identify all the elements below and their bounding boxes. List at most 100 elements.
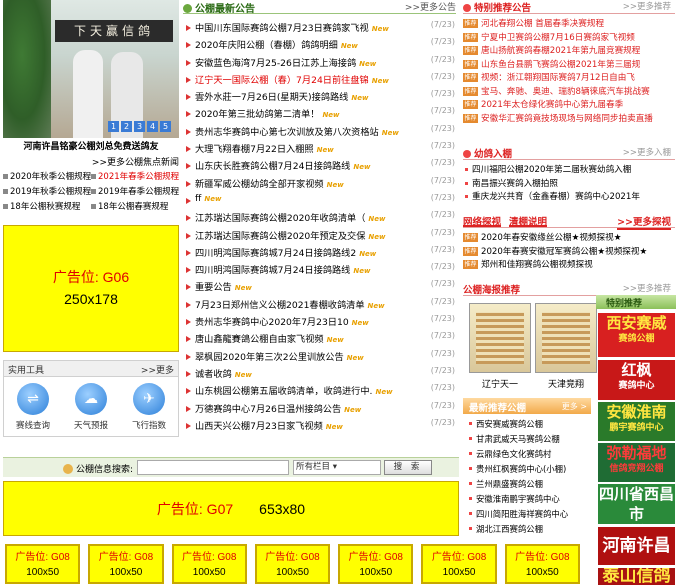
search-input[interactable] bbox=[137, 460, 289, 475]
news-item-title[interactable]: 唐山鑫龍賽鴿公棚自由家飞视频 bbox=[195, 334, 324, 345]
news-item[interactable]: 重要公告 New (7/23) bbox=[185, 279, 455, 296]
news-item-title[interactable]: ff bbox=[195, 193, 201, 204]
news-item-title[interactable]: 雲外水莊一7月26日(星期天)接鸽路线 bbox=[195, 92, 348, 103]
poster-caption[interactable]: 天津竞翔 bbox=[531, 377, 601, 390]
banner-ad[interactable]: 泰山信鸽 bbox=[598, 568, 675, 585]
list-item[interactable]: 推荐 河北春翔公棚 首届春季决赛规程 bbox=[463, 17, 675, 31]
news-item[interactable]: 辽宁天一国际公棚（春）7月24日前往盘锦 New (7/23) bbox=[185, 72, 455, 89]
ad-slot-g08[interactable]: 广告位: G08 100x50 bbox=[504, 544, 580, 584]
ad-slot-g07[interactable]: 广告位: G07 653x80 bbox=[3, 481, 459, 536]
ad-slot-g08[interactable]: 广告位: G08 100x50 bbox=[421, 544, 497, 584]
news-item[interactable]: 雲外水莊一7月26日(星期天)接鸽路线 New (7/23) bbox=[185, 89, 455, 106]
photo-page-5[interactable]: 5 bbox=[160, 121, 171, 132]
news-item-title[interactable]: 辽宁天一国际公棚（春）7月24日前往盘锦 bbox=[195, 75, 369, 86]
banner-ad[interactable]: 四川省西昌市天和赛鸽中心 bbox=[598, 484, 675, 524]
news-item-title[interactable]: 大理飞翔春棚7月22日入棚照 bbox=[195, 144, 314, 155]
list-item[interactable]: 湖北江西赛鸽公棚 bbox=[467, 522, 591, 537]
ad-slot-g08[interactable]: 广告位: G08 100x50 bbox=[5, 544, 81, 584]
news-item[interactable]: 安徽蓝色海湾7月25-26日江苏上海接鸽 New (7/23) bbox=[185, 55, 455, 72]
photo-page-2[interactable]: 2 bbox=[121, 121, 132, 132]
rules-link[interactable]: 18年公棚秋赛规程 bbox=[3, 200, 91, 212]
news-item[interactable]: 7月23日郑州信义公棚2021春棚收鸽清单 New (7/23) bbox=[185, 297, 455, 314]
poster-image[interactable] bbox=[469, 303, 531, 373]
news-item-title[interactable]: 7月23日郑州信义公棚2021春棚收鸽清单 bbox=[195, 300, 365, 311]
list-item[interactable]: 推荐 视频：浙江翱翔国际赛鸽7月12日自由飞 bbox=[463, 71, 675, 85]
news-item[interactable]: 大理飞翔春棚7月22日入棚照 New (7/23) bbox=[185, 141, 455, 158]
ad-slot-g08[interactable]: 广告位: G08 100x50 bbox=[171, 544, 247, 584]
news-item-title[interactable]: 贵州志华赛鸽中心第七次训放及第八次资格站 bbox=[195, 127, 379, 138]
news-item-title[interactable]: 贵州志华赛鸽中心2020年7月23日10 bbox=[195, 317, 349, 328]
news-item[interactable]: 江苏瑞达国际赛鸽公棚2020年预定及交保 New (7/23) bbox=[185, 228, 455, 245]
news-item[interactable]: 诚者收鸽 New (7/23) bbox=[185, 366, 455, 383]
poster-image[interactable] bbox=[535, 303, 597, 373]
list-item[interactable]: 推荐 宁夏中卫赛鸽公棚7月16日赛鸽家飞视频 bbox=[463, 31, 675, 45]
photo-page-1[interactable]: 1 bbox=[108, 121, 119, 132]
youth-more-link[interactable]: >>更多入棚 bbox=[623, 146, 671, 158]
news-item[interactable]: 翠枫园2020年第三次2公里训放公告 New (7/23) bbox=[185, 349, 455, 366]
banner-ad[interactable]: 红枫 赛鸽中心 bbox=[598, 360, 675, 400]
list-item[interactable]: 甘肃武威天马赛鸽公棚 bbox=[467, 432, 591, 447]
list-item[interactable]: 推荐 2021年太仓绿化赛鸽中心第九届春季 bbox=[463, 98, 675, 112]
list-item[interactable]: 南昌振兴赛鸽入棚拍照 bbox=[463, 177, 675, 191]
news-item-title[interactable]: 四川明鸿国际赛鸽城7月24日接鸽路线2 bbox=[195, 248, 356, 259]
rules-link[interactable]: 2019年春季公棚规程 bbox=[91, 185, 179, 197]
special-more-link[interactable]: >>更多推荐 bbox=[623, 0, 671, 12]
tool-weather[interactable]: ☁ 天气预报 bbox=[63, 383, 119, 431]
rules-link[interactable]: 2021年春季公棚规程 bbox=[91, 170, 179, 182]
news-item-title[interactable]: 安徽蓝色海湾7月25-26日江苏上海接鸽 bbox=[195, 58, 356, 69]
news-item[interactable]: 2020年第三批幼鸽第二清单！ New (7/23) bbox=[185, 106, 455, 123]
news-item-title[interactable]: 江苏瑞达国际赛鸽公棚2020年收鸽清单（ bbox=[195, 213, 365, 224]
list-item[interactable]: 四川简阳胜海祥赛鸽中心 bbox=[467, 507, 591, 522]
banner-ad[interactable]: 河南许昌 bbox=[598, 527, 675, 565]
news-item[interactable]: 万德赛鸽中心7月26日温州接鸽公告 New (7/23) bbox=[185, 401, 455, 418]
list-item[interactable]: 推荐 郑州和佳翔赛鸽公棚视频探视 bbox=[463, 258, 675, 272]
video-more-link[interactable]: >>更多探视 bbox=[617, 214, 671, 230]
featured-photo[interactable]: 下天赢信鸽 1 2 3 4 5 bbox=[3, 0, 179, 138]
list-item[interactable]: 推荐 山东鱼台县鹏飞赛鸽公棚2021年第三届规 bbox=[463, 58, 675, 72]
search-category-select[interactable]: 所有栏目 ▾ bbox=[293, 460, 381, 475]
list-item[interactable]: 贵州红枫赛鸽中心(小棚) bbox=[467, 462, 591, 477]
news-item-title[interactable]: 中国川东国际赛鸽公棚7月23日赛鸽家飞视 bbox=[195, 23, 369, 34]
list-item[interactable]: 推荐 宝马、奔驰、奥迪、瑞豹8辆徕底汽车挑战赛 bbox=[463, 85, 675, 99]
list-item[interactable]: 推荐 2020年春安徽缘丝公棚★视频探视★ bbox=[463, 231, 675, 245]
news-item-title[interactable]: 诚者收鸽 bbox=[195, 369, 232, 380]
recommend-more-link[interactable]: 更多 > bbox=[562, 401, 587, 412]
list-item[interactable]: 西安赛威赛鸽公棚 bbox=[467, 417, 591, 432]
rules-link[interactable]: 2019年秋季公棚规程 bbox=[3, 185, 91, 197]
list-item[interactable]: 推荐 唐山扬航赛鸽春棚2021年第九届竞赛规程 bbox=[463, 44, 675, 58]
news-item-title[interactable]: 2020年庆阳公棚（春棚）鸽鸽明细 bbox=[195, 40, 338, 51]
tab-video[interactable]: 网络探视 bbox=[463, 214, 502, 228]
news-item-title[interactable]: 新疆军威公棚幼鸽全部开家视频 bbox=[195, 179, 324, 190]
news-item[interactable]: 中国川东国际赛鸽公棚7月23日赛鸽家飞视 New (7/23) bbox=[185, 20, 455, 37]
more-news-link[interactable]: >>更多公棚焦点新闻 bbox=[3, 155, 179, 168]
ad-slot-g08[interactable]: 广告位: G08 100x50 bbox=[338, 544, 414, 584]
news-item-title[interactable]: 山东桃园公棚第五届收鸽清单，收鸽进行中. bbox=[195, 386, 372, 397]
news-item-title[interactable]: 2020年第三批幼鸽第二清单！ bbox=[195, 109, 319, 120]
news-item-title[interactable]: 江苏瑞达国际赛鸽公棚2020年预定及交保 bbox=[195, 231, 365, 242]
news-item-title[interactable]: 万德赛鸽中心7月26日温州接鸽公告 bbox=[195, 404, 341, 415]
news-item[interactable]: 四川明鸿国际赛鸽城7月24日接鸽路线 New (7/23) bbox=[185, 262, 455, 279]
news-item-title[interactable]: 翠枫园2020年第三次2公里训放公告 bbox=[195, 352, 344, 363]
news-item[interactable]: 唐山鑫龍賽鴿公棚自由家飞视频 New (7/23) bbox=[185, 331, 455, 348]
tools-more-link[interactable]: >>更多 bbox=[141, 363, 174, 376]
list-item[interactable]: 重庆龙兴共育（金鑫春棚）赛鸽中心2021年 bbox=[463, 190, 675, 204]
tool-flight-index[interactable]: ✈ 飞行指数 bbox=[121, 383, 177, 431]
list-item[interactable]: 推荐 安徽华汇赛鸽竟技场现场与网络同步拍卖直播 bbox=[463, 112, 675, 126]
news-item[interactable]: 山西天兴公棚7月23日家飞视频 New (7/23) bbox=[185, 418, 455, 435]
ad-slot-g08[interactable]: 广告位: G08 100x50 bbox=[88, 544, 164, 584]
banner-ad[interactable]: 西安赛威 赛鸽公棚 bbox=[598, 313, 675, 357]
news-item-title[interactable]: 四川明鸿国际赛鸽城7月24日接鸽路线 bbox=[195, 265, 350, 276]
news-item-title[interactable]: 山东庆长胜赛鸽公棚7月24日接鸽路线 bbox=[195, 161, 350, 172]
photo-page-4[interactable]: 4 bbox=[147, 121, 158, 132]
news-item[interactable]: 山东庆长胜赛鸽公棚7月24日接鸽路线 New (7/23) bbox=[185, 158, 455, 175]
news-item-title[interactable]: 重要公告 bbox=[195, 282, 232, 293]
news-item[interactable]: 2020年庆阳公棚（春棚）鸽鸽明细 New (7/23) bbox=[185, 37, 455, 54]
poster-more-link[interactable]: >>更多推荐 bbox=[623, 282, 671, 294]
list-item[interactable]: 安徽淮南鹏宇赛鸽中心 bbox=[467, 492, 591, 507]
list-item[interactable]: 兰州鼎盛赛鸽公棚 bbox=[467, 477, 591, 492]
tab-clear-note[interactable]: 清棚说明 bbox=[509, 214, 548, 228]
news-item[interactable]: 贵州志华赛鸽中心2020年7月23日10 New (7/23) bbox=[185, 314, 455, 331]
ad-slot-g06[interactable]: 广告位: G06 250x178 bbox=[3, 225, 179, 352]
rules-link[interactable]: 2020年秋季公棚规程 bbox=[3, 170, 91, 182]
news-item[interactable]: 新疆军威公棚幼鸽全部开家视频 New (7/23) bbox=[185, 176, 455, 193]
